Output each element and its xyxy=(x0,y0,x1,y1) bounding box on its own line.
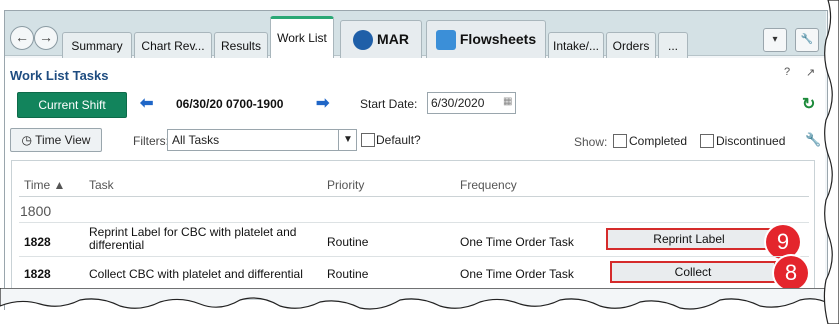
tab-summary[interactable]: Summary xyxy=(62,32,132,58)
row1-priority: Routine xyxy=(327,235,369,249)
completed-label: Completed xyxy=(629,134,688,148)
chevron-down-icon[interactable]: ▼ xyxy=(338,130,357,150)
clock-icon: ◷ xyxy=(21,133,36,147)
row1-frequency: One Time Order Task xyxy=(460,235,574,249)
forward-icon[interactable]: → xyxy=(34,26,58,50)
filters-label: Filters: xyxy=(133,134,169,148)
row1-task[interactable]: Reprint Label for CBC with platelet and … xyxy=(89,226,309,252)
torn-edge-bottom xyxy=(0,288,839,324)
row1-time: 1828 xyxy=(24,235,51,249)
row-divider xyxy=(19,222,809,223)
default-label: Default? xyxy=(376,133,421,147)
previous-shift-arrow[interactable]: ⬅ xyxy=(140,93,153,113)
header-task[interactable]: Task xyxy=(89,178,114,192)
dropdown-icon[interactable]: ▾ xyxy=(763,28,787,52)
flowsheets-icon xyxy=(435,30,456,51)
wrench-icon[interactable]: 🔧 xyxy=(795,28,819,52)
tab-work-list[interactable]: Work List xyxy=(270,16,334,58)
tab-flowsheets[interactable]: Flowsheets xyxy=(426,20,546,58)
filter-select[interactable]: All Tasks xyxy=(167,129,357,151)
tab-more[interactable]: ... xyxy=(658,32,688,58)
row-divider xyxy=(19,256,809,257)
torn-edge-right xyxy=(823,0,839,324)
header-time[interactable]: Time ▲ xyxy=(24,178,65,192)
tab-mar-label: MAR xyxy=(377,31,409,47)
tab-results[interactable]: Results xyxy=(214,32,268,58)
completed-checkbox[interactable] xyxy=(613,134,627,148)
back-icon[interactable]: ← xyxy=(10,26,34,50)
time-view-label: Time View xyxy=(35,133,91,147)
time-group-header: 1800 xyxy=(20,203,52,219)
reprint-label-button[interactable]: Reprint Label xyxy=(606,228,772,250)
calendar-icon[interactable]: ▦ xyxy=(503,96,512,107)
mar-icon xyxy=(353,30,374,51)
header-divider xyxy=(19,196,809,197)
header-frequency[interactable]: Frequency xyxy=(460,178,517,192)
panel-title: Work List Tasks xyxy=(10,68,109,83)
row2-priority: Routine xyxy=(327,267,369,281)
tab-mar[interactable]: MAR xyxy=(340,20,422,58)
show-label: Show: xyxy=(574,135,608,149)
tab-intake[interactable]: Intake/... xyxy=(548,32,604,58)
help-icon[interactable]: ? xyxy=(784,66,790,78)
row2-time: 1828 xyxy=(24,267,51,281)
date-range: 06/30/20 0700-1900 xyxy=(176,97,284,111)
collect-button[interactable]: Collect xyxy=(610,261,776,283)
discontinued-label: Discontinued xyxy=(716,134,786,148)
tab-orders[interactable]: Orders xyxy=(606,32,656,58)
next-shift-arrow[interactable]: ➡ xyxy=(316,93,329,113)
callout-9: 9 xyxy=(766,225,800,259)
default-checkbox[interactable] xyxy=(361,133,375,147)
row2-frequency: One Time Order Task xyxy=(460,267,574,281)
time-view-button[interactable]: ◷ Time View xyxy=(10,128,102,152)
refresh-icon[interactable]: ↻ xyxy=(802,94,815,114)
expand-icon[interactable]: ↗ xyxy=(806,66,815,79)
tab-flowsheets-label: Flowsheets xyxy=(459,31,537,47)
header-priority[interactable]: Priority xyxy=(327,178,364,192)
row2-task[interactable]: Collect CBC with platelet and differenti… xyxy=(89,267,303,281)
start-date-label: Start Date: xyxy=(360,97,418,111)
callout-8: 8 xyxy=(774,256,808,290)
discontinued-checkbox[interactable] xyxy=(700,134,714,148)
current-shift-button[interactable]: Current Shift xyxy=(17,92,127,118)
tab-chart-review[interactable]: Chart Rev... xyxy=(134,32,212,58)
